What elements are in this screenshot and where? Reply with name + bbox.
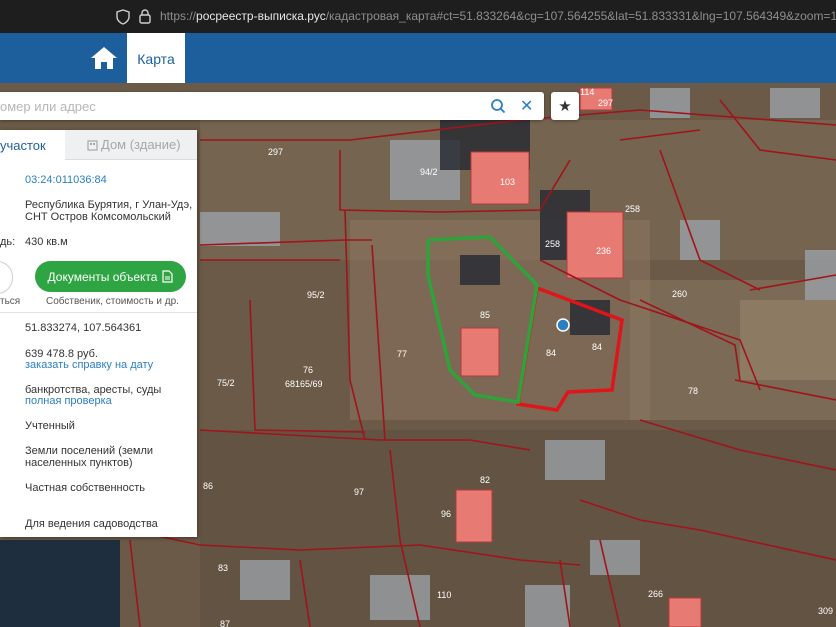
parcel-number-label: 258 <box>545 239 560 249</box>
clear-search-icon[interactable]: ✕ <box>520 96 533 116</box>
tab-house-label: Дом (здание) <box>101 137 181 152</box>
app-header <box>0 33 836 83</box>
parcel-number-label: 103 <box>500 177 515 187</box>
url-prefix: https:// <box>160 9 197 23</box>
address-line-2: СНТ Остров Комсомольский <box>25 211 171 223</box>
url-text[interactable]: https://росреестр-выписка.рус/кадастрова… <box>160 9 836 23</box>
address-line-1: Республика Бурятия, г Улан-Удэ, <box>25 199 193 211</box>
parcel-number-label: 258 <box>625 204 640 214</box>
lock-icon <box>139 9 151 24</box>
search-box[interactable]: омер или адрес ✕ <box>0 92 544 120</box>
parcel-number-label: 236 <box>596 246 611 256</box>
shield-icon <box>116 9 130 25</box>
parcel-number-label: 96 <box>441 509 451 519</box>
parcel-number-label: 297 <box>268 147 283 157</box>
parcel-number-label: 83 <box>218 563 228 573</box>
divider <box>0 312 197 313</box>
parcel-number-label: 77 <box>397 349 407 359</box>
docs-button-label: Документы объекта <box>47 269 158 284</box>
parcel-number-label: 297 <box>598 98 613 108</box>
left-action-label: ться <box>0 296 21 307</box>
status-text: Учтенный <box>25 420 75 432</box>
area-value: 430 кв.м <box>25 236 68 248</box>
parcel-number-label: 85 <box>480 310 490 320</box>
area-label: дь: <box>0 236 16 248</box>
permitted-use: Для ведения садоводства <box>25 518 158 530</box>
parcel-number-label: 87 <box>220 619 230 627</box>
coordinates: 51.833274, 107.564361 <box>25 322 142 334</box>
parcel-number-label: 78 <box>688 386 698 396</box>
land-category-line-2: населенных пунктов) <box>25 457 133 469</box>
search-icon[interactable] <box>490 98 506 114</box>
parcel-number-label: 260 <box>672 289 687 299</box>
url-path: /кадастровая_карта#ct=51.833264&cg=107.5… <box>325 9 836 23</box>
parcel-number-label: 309 <box>818 606 833 616</box>
parcel-number-label: 110 <box>437 590 451 600</box>
parcel-number-label: 75/2 <box>217 378 235 388</box>
panel-tabs: участок Дом (здание) <box>0 130 197 160</box>
location-marker <box>556 318 570 332</box>
parcel-number-label: 84 <box>546 348 556 358</box>
parcel-number-label: 95/2 <box>307 290 325 300</box>
ownership-type: Частная собственность <box>25 482 146 494</box>
order-certificate-link[interactable]: заказать справку на дату <box>25 359 153 371</box>
parcel-number-label: 84 <box>592 342 602 352</box>
tab-land-plot[interactable]: участок <box>0 130 65 160</box>
object-info-panel: участок Дом (здание) 03:24:011036:84 Рес… <box>0 130 197 537</box>
parcel-number-label: 82 <box>480 475 490 485</box>
parcel-number-label: 266 <box>648 589 663 599</box>
land-category-line-1: Земли поселений (земли <box>25 445 154 457</box>
object-documents-button[interactable]: Документы объекта <box>35 261 186 292</box>
search-input[interactable]: омер или адрес <box>0 99 96 114</box>
tab-map[interactable]: Карта <box>127 33 185 85</box>
tab-land-label: участок <box>0 137 46 153</box>
full-check-link[interactable]: полная проверка <box>25 395 112 407</box>
building-icon <box>87 140 98 151</box>
parcel-number-label: 97 <box>354 487 364 497</box>
parcel-number-label: 76 <box>303 365 313 375</box>
url-domain: росреестр-выписка.рус <box>196 9 326 23</box>
home-icon[interactable] <box>90 45 118 71</box>
parcel-number-label: 68165/69 <box>285 379 323 389</box>
parcel-number-label: 114 <box>580 87 594 97</box>
cadastral-number[interactable]: 03:24:011036:84 <box>25 174 107 186</box>
browser-address-bar[interactable]: https://росреестр-выписка.рус/кадастрова… <box>0 0 836 33</box>
tab-house[interactable]: Дом (здание) <box>65 130 197 160</box>
favorites-star-icon[interactable]: ★ <box>551 92 579 120</box>
docs-subtitle: Собственик, стоимость и др. <box>46 296 179 307</box>
left-action-button[interactable] <box>0 261 13 294</box>
parcel-number-label: 94/2 <box>420 167 438 177</box>
parcel-number-label: 86 <box>203 481 213 491</box>
document-icon <box>162 270 174 283</box>
